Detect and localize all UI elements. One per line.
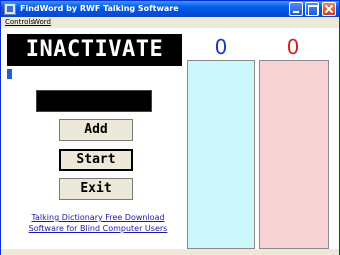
word-input[interactable] xyxy=(36,90,152,112)
exit-button[interactable]: Exit xyxy=(59,178,133,200)
title-bar[interactable]: FindWord by RWF Talking Software xyxy=(1,1,339,17)
caret-marker xyxy=(7,69,12,79)
score-left: 0 xyxy=(214,35,228,59)
menu-bar: Controls Word xyxy=(1,17,339,27)
word-display: INACTIVATE xyxy=(7,34,182,66)
app-icon[interactable] xyxy=(4,3,16,15)
download-link-line-2[interactable]: Software for Blind Computer Users xyxy=(23,223,173,234)
menu-controls[interactable]: Controls xyxy=(5,17,34,27)
minimize-icon[interactable] xyxy=(289,2,303,16)
add-button[interactable]: Add xyxy=(59,119,133,141)
start-button[interactable]: Start xyxy=(59,149,133,171)
status-bar xyxy=(1,249,339,255)
found-words-panel-right[interactable] xyxy=(259,60,329,249)
maximize-icon[interactable] xyxy=(305,2,319,16)
client-area: INACTIVATE 0 0 Add Start Exit Talking Di… xyxy=(1,28,339,249)
menu-word[interactable]: Word xyxy=(33,17,51,27)
close-icon[interactable] xyxy=(322,2,336,16)
score-right: 0 xyxy=(286,35,300,59)
app-window: FindWord by RWF Talking Software Control… xyxy=(0,0,340,255)
window-title: FindWord by RWF Talking Software xyxy=(20,4,179,13)
found-words-panel-left[interactable] xyxy=(187,60,255,249)
download-link-line-1[interactable]: Talking Dictionary Free Download xyxy=(23,212,173,223)
